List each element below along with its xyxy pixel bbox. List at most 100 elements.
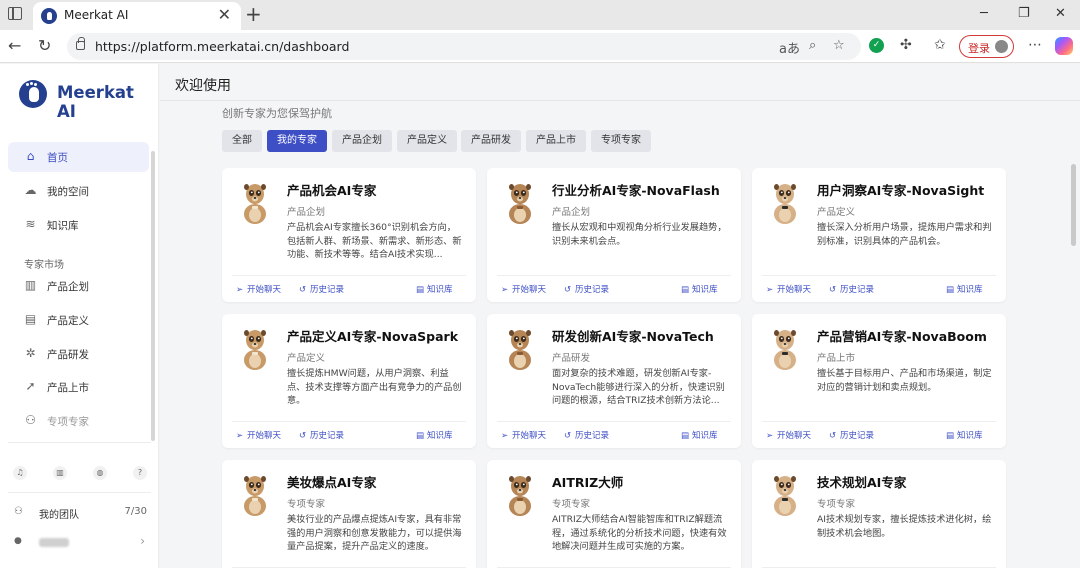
new-tab-button[interactable]: + — [245, 1, 262, 27]
sidebar-item-label: 知识库 — [47, 220, 79, 232]
expert-card[interactable]: 产品机会AI专家 产品企划 产品机会AI专家擅长360°识别机会方向，包括新人群… — [222, 168, 476, 302]
meerkat-avatar-icon — [244, 184, 266, 224]
expert-description: 擅长从宏观和中观视角分析行业发展趋势，识别未来机会点。 — [552, 222, 727, 247]
history-button[interactable]: ↺ 历史记录 — [564, 283, 609, 295]
start-chat-button[interactable]: ➢ 开始聊天 — [501, 283, 546, 295]
filter-my-experts[interactable]: 我的专家 — [267, 130, 327, 152]
card-divider — [762, 275, 996, 276]
maximize-icon[interactable]: ❐ — [1018, 6, 1030, 21]
meerkat-avatar-icon — [774, 476, 796, 516]
expert-card[interactable]: 技术规划AI专家 专项专家 AI技术规划专家，擅长提炼技术进化树，绘制技术机会地… — [752, 460, 1006, 568]
favorites-icon[interactable]: ✩ — [934, 37, 946, 53]
knowledge-base-button[interactable]: ▤ 知识库 — [416, 429, 453, 441]
main-scrollbar[interactable] — [1071, 164, 1076, 246]
url-field[interactable]: https://platform.meerkatai.cn/dashboard … — [67, 33, 861, 60]
expert-name[interactable]: 用户洞察AI专家-NovaSight — [817, 180, 984, 199]
login-button[interactable]: 登录 — [959, 35, 1014, 58]
filter-product-rd[interactable]: 产品研发 — [461, 130, 521, 152]
knowledge-base-label: 知识库 — [692, 431, 718, 441]
sidebar-item-product-planning[interactable]: ▥ 产品企划 — [8, 271, 149, 301]
history-button[interactable]: ↺ 历史记录 — [564, 429, 609, 441]
start-chat-label: 开始聊天 — [247, 285, 282, 295]
sidebar-scrollbar[interactable] — [151, 151, 155, 441]
start-chat-button[interactable]: ➢ 开始聊天 — [236, 283, 281, 295]
expert-name[interactable]: 产品定义AI专家-NovaSpark — [287, 326, 458, 345]
tab-title: Meerkat AI — [64, 8, 129, 22]
expert-card[interactable]: 美妆爆点AI专家 专项专家 美妆行业的产品爆点提炼AI专家，具有非常强的用户洞察… — [222, 460, 476, 568]
page-title: 欢迎使用 — [175, 78, 231, 94]
sidebar-item-label: 首页 — [47, 152, 68, 164]
minimize-icon[interactable]: ─ — [980, 6, 988, 21]
knowledge-base-button[interactable]: ▤ 知识库 — [946, 429, 983, 441]
blurred-username — [39, 538, 69, 547]
expert-card[interactable]: 产品营销AI专家-NovaBoom 产品上市 擅长基于目标用户、产品和市场渠道，… — [752, 314, 1006, 448]
back-arrow-icon[interactable]: ← — [8, 36, 21, 55]
help-icon[interactable]: ? — [133, 466, 147, 480]
expert-name[interactable]: 产品机会AI专家 — [287, 180, 376, 199]
profile-avatar-icon — [995, 40, 1008, 53]
start-chat-button[interactable]: ➢ 开始聊天 — [766, 283, 811, 295]
sidebar-item-product-rd[interactable]: ✲ 产品研发 — [8, 339, 149, 369]
expert-name[interactable]: 研发创新AI专家-NovaTech — [552, 326, 714, 345]
start-chat-button[interactable]: ➢ 开始聊天 — [501, 429, 546, 441]
trash-icon[interactable]: ▥ — [53, 466, 67, 480]
sidebar-toggle-icon[interactable] — [8, 7, 22, 20]
sidebar-item-my-space[interactable]: ☁ 我的空间 — [8, 176, 149, 206]
sidebar-item-product-definition[interactable]: ▤ 产品定义 — [8, 305, 149, 335]
vpn-shield-icon[interactable]: ✓ — [869, 38, 884, 53]
url-text[interactable]: https://platform.meerkatai.cn/dashboard — [95, 39, 349, 54]
expert-name[interactable]: 行业分析AI专家-NovaFlash — [552, 180, 720, 199]
expert-description: 擅长基于目标用户、产品和市场渠道，制定对应的营销计划和卖点规划。 — [817, 368, 992, 393]
expert-market-heading: 专家市场 — [24, 260, 64, 271]
expert-card[interactable]: 用户洞察AI专家-NovaSight 产品定义 擅长深入分析用户场景，提炼用户需… — [752, 168, 1006, 302]
favorite-star-icon[interactable]: ☆ — [833, 38, 845, 53]
zoom-icon[interactable]: ⌕ — [809, 38, 816, 53]
expert-description: 产品机会AI专家擅长360°识别机会方向，包括新人群、新场景、新需求、新形态、新… — [287, 222, 462, 261]
knowledge-base-button[interactable]: ▤ 知识库 — [681, 283, 718, 295]
filter-special-experts[interactable]: 专项专家 — [591, 130, 651, 152]
start-chat-button[interactable]: ➢ 开始聊天 — [236, 429, 281, 441]
history-button[interactable]: ↺ 历史记录 — [299, 283, 344, 295]
expert-card[interactable]: AITRIZ大师 专项专家 AITRIZ大师结合AI智能智库和TRIZ解题流程，… — [487, 460, 741, 568]
expert-name[interactable]: 技术规划AI专家 — [817, 472, 906, 491]
knowledge-base-button[interactable]: ▤ 知识库 — [946, 283, 983, 295]
bell-icon[interactable]: ♫ — [13, 466, 27, 480]
history-button[interactable]: ↺ 历史记录 — [299, 429, 344, 441]
start-chat-button[interactable]: ➢ 开始聊天 — [766, 429, 811, 441]
browser-tab[interactable]: Meerkat AI ✕ — [33, 2, 241, 30]
knowledge-base-button[interactable]: ▤ 知识库 — [416, 283, 453, 295]
expert-name[interactable]: 产品营销AI专家-NovaBoom — [817, 326, 987, 345]
sidebar-item-special-experts[interactable]: ⚇ 专项专家 — [8, 406, 149, 436]
expert-card[interactable]: 研发创新AI专家-NovaTech 产品研发 面对复杂的技术难题，研发创新AI专… — [487, 314, 741, 448]
expert-card[interactable]: 产品定义AI专家-NovaSpark 产品定义 擅长提炼HMW问题，从用户洞察、… — [222, 314, 476, 448]
expert-card[interactable]: 行业分析AI专家-NovaFlash 产品企划 擅长从宏观和中观视角分析行业发展… — [487, 168, 741, 302]
expert-name[interactable]: AITRIZ大师 — [552, 472, 623, 491]
expert-name[interactable]: 美妆爆点AI专家 — [287, 472, 376, 491]
meerkat-avatar-icon — [509, 330, 531, 370]
address-bar-row: ← ↻ https://platform.meerkatai.cn/dashbo… — [0, 30, 1080, 63]
reload-icon[interactable]: ↻ — [38, 36, 51, 55]
extensions-icon[interactable]: ✣ — [900, 37, 912, 53]
sidebar-item-home[interactable]: ⌂ 首页 — [8, 142, 149, 172]
user-profile-row[interactable]: ● › — [8, 532, 151, 554]
my-team-row[interactable]: ⚇ 我的团队 7/30 — [8, 502, 151, 524]
wechat-icon[interactable]: ◍ — [93, 466, 107, 480]
history-button[interactable]: ↺ 历史记录 — [829, 283, 874, 295]
knowledge-base-label: 知识库 — [427, 285, 453, 295]
knowledge-base-button[interactable]: ▤ 知识库 — [681, 429, 718, 441]
history-button[interactable]: ↺ 历史记录 — [829, 429, 874, 441]
more-menu-icon[interactable]: ⋯ — [1028, 37, 1042, 53]
filter-product-launch[interactable]: 产品上市 — [526, 130, 586, 152]
sidebar-item-label: 产品研发 — [47, 349, 89, 361]
filter-product-planning[interactable]: 产品企划 — [332, 130, 392, 152]
filter-product-definition[interactable]: 产品定义 — [397, 130, 457, 152]
tab-close-icon[interactable]: ✕ — [218, 6, 231, 24]
send-icon: ➢ — [501, 285, 509, 295]
database-icon: ▤ — [946, 285, 955, 295]
sidebar-item-product-launch[interactable]: ➚ 产品上市 — [8, 372, 149, 402]
sidebar-item-knowledge-base[interactable]: ≋ 知识库 — [8, 210, 149, 240]
copilot-icon[interactable] — [1055, 37, 1073, 55]
close-window-icon[interactable]: ✕ — [1055, 6, 1066, 21]
read-aloud-icon[interactable]: aあ — [779, 38, 800, 57]
filter-all[interactable]: 全部 — [222, 130, 262, 152]
